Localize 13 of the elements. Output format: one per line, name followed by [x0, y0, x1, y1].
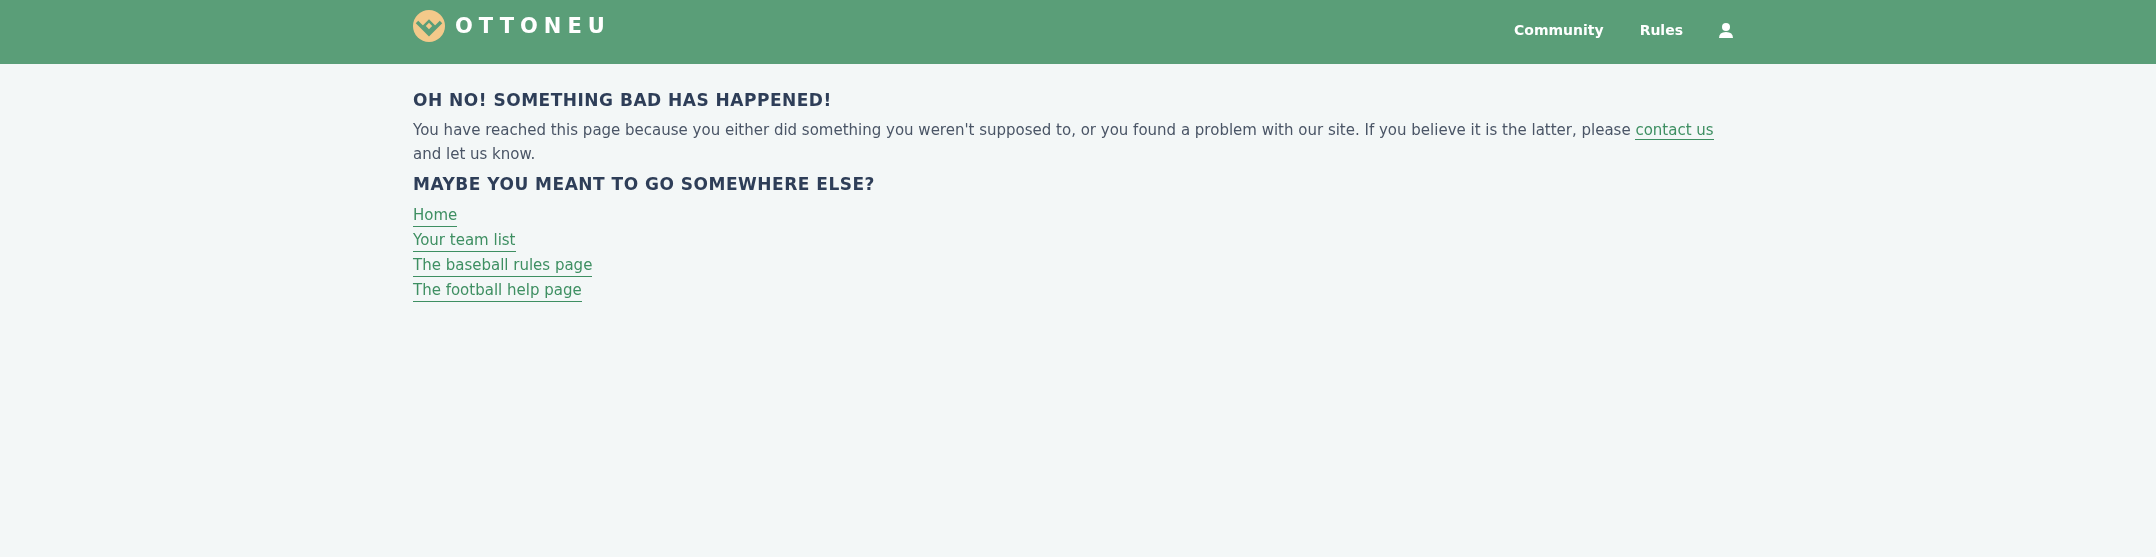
error-message: You have reached this page because you either did something you weren't supposed to, or you found a problem with our site. If you believe it is the latter, please contact us and let us know. — [413, 120, 1715, 165]
logo-text: OTTONEU — [455, 14, 611, 38]
contact-link[interactable]: contact us — [1635, 121, 1714, 140]
suggestions-heading: MAYBE YOU MEANT TO GO SOMEWHERE ELSE? — [413, 174, 876, 194]
user-icon[interactable] — [1719, 22, 1733, 38]
error-heading: OH NO! SOMETHING BAD HAS HAPPENED! — [413, 90, 833, 110]
nav-link[interactable]: Community — [1514, 22, 1604, 38]
logo-icon — [413, 10, 445, 42]
suggestion-link[interactable]: Home — [413, 204, 458, 227]
suggestion-link[interactable]: The football help page — [413, 279, 582, 302]
suggestion-link[interactable]: Your team list — [413, 229, 516, 252]
nav-link[interactable]: Rules — [1639, 22, 1683, 38]
suggestion-link[interactable]: The baseball rules page — [413, 254, 593, 277]
